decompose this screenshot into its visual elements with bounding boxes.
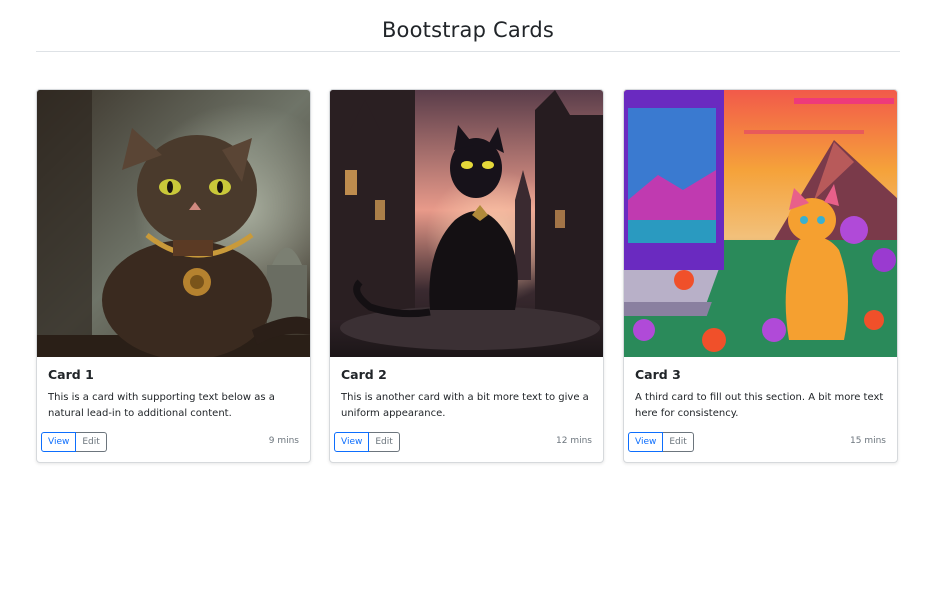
card-time: 15 mins (850, 436, 886, 446)
card-title: Card 1 (48, 367, 94, 382)
page-title: Bootstrap Cards (381, 18, 555, 42)
card-button-group: View Edit (334, 432, 400, 452)
card-title: Card 2 (341, 367, 387, 382)
card-time: 12 mins (556, 436, 592, 446)
edit-button[interactable]: Edit (76, 432, 107, 452)
card-2-image (330, 90, 603, 357)
card-title: Card 3 (635, 367, 681, 382)
card-1-image (37, 90, 310, 357)
card-button-group: View Edit (628, 432, 694, 452)
card-3: Card 3 A third card to fill out this sec… (623, 89, 898, 463)
card-button-group: View Edit (41, 432, 107, 452)
card-text: A third card to fill out this section. A… (635, 392, 884, 419)
card-time: 9 mins (268, 436, 299, 446)
card-1: Card 1 This is a card with supporting te… (36, 89, 311, 463)
card-text: This is a card with supporting text belo… (48, 392, 275, 419)
card-3-image (624, 90, 897, 357)
view-button[interactable]: View (41, 432, 77, 452)
view-button[interactable]: View (334, 432, 370, 452)
view-button[interactable]: View (628, 432, 664, 452)
edit-button[interactable]: Edit (369, 432, 400, 452)
card-2: Card 2 This is another card with a bit m… (329, 89, 604, 463)
header-divider (36, 51, 900, 52)
card-text: This is another card with a bit more tex… (341, 392, 589, 419)
edit-button[interactable]: Edit (663, 432, 694, 452)
